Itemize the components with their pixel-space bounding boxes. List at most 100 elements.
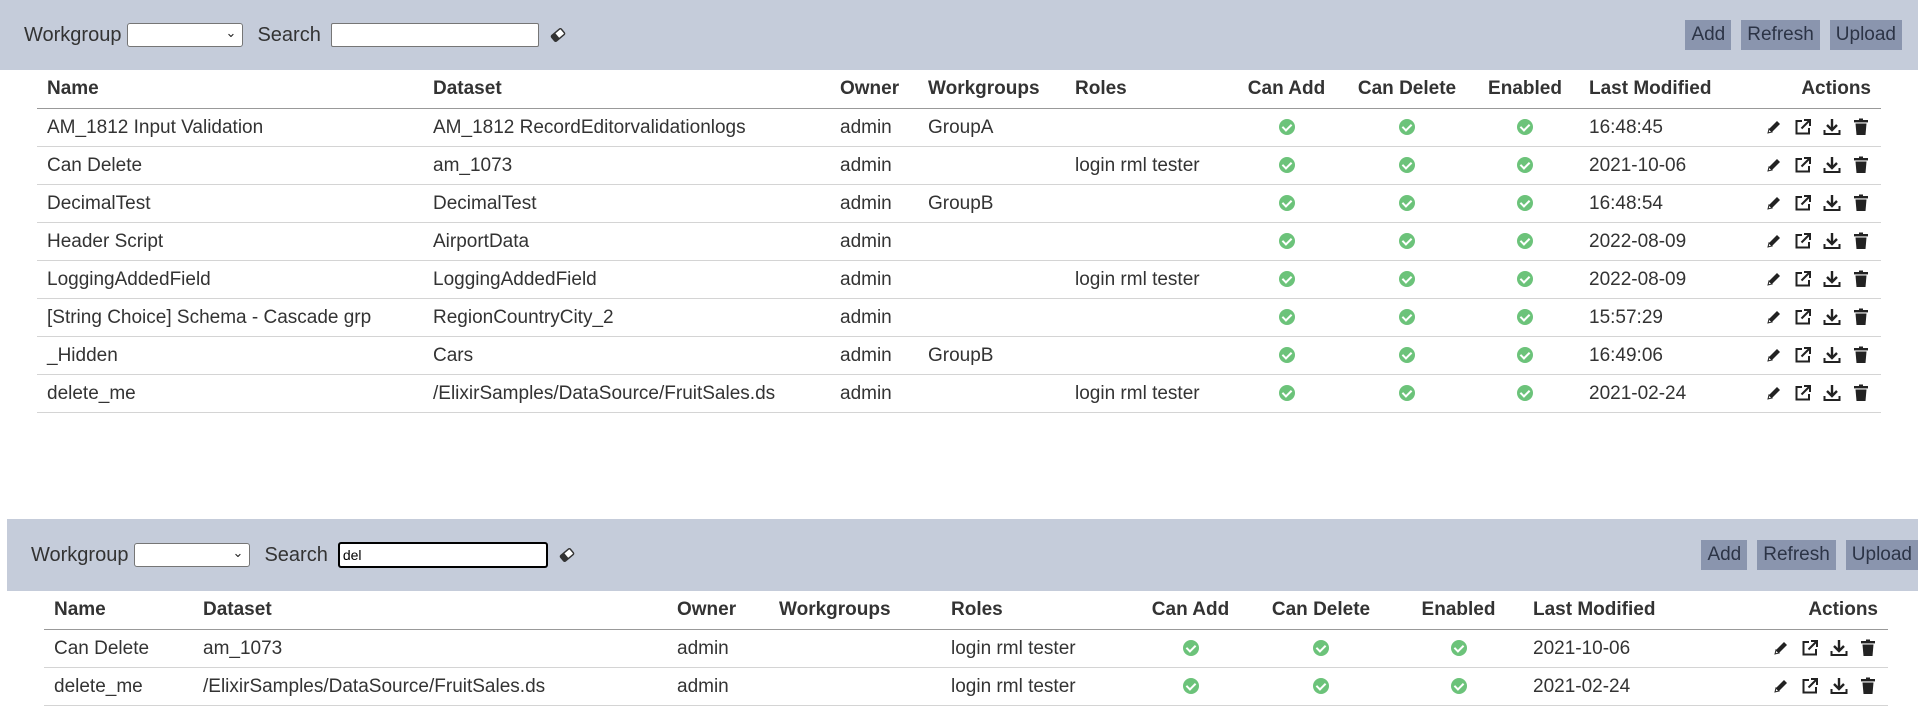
download-icon[interactable] [1822, 155, 1842, 175]
external-link-icon[interactable] [1793, 231, 1813, 251]
search-input[interactable]: del [337, 542, 548, 568]
trash-icon[interactable] [1851, 117, 1871, 137]
pencil-icon[interactable] [1771, 638, 1791, 658]
cell-can-add [1133, 629, 1248, 668]
cell-owner: admin [830, 184, 918, 223]
trash-icon[interactable] [1858, 676, 1878, 696]
column-header-roles: Roles [1065, 70, 1230, 109]
external-link-icon[interactable] [1793, 383, 1813, 403]
cell-can-add [1230, 184, 1343, 223]
download-icon[interactable] [1822, 383, 1842, 403]
trash-icon[interactable] [1851, 345, 1871, 365]
workgroup-select[interactable]: ⌄ [127, 23, 244, 47]
check-circle-icon [1278, 119, 1295, 136]
download-icon[interactable] [1829, 676, 1849, 696]
trash-icon[interactable] [1851, 231, 1871, 251]
trash-icon[interactable] [1851, 193, 1871, 213]
download-icon[interactable] [1822, 269, 1842, 289]
add-button[interactable]: Add [1701, 540, 1748, 570]
column-header-can-delete: Can Delete [1343, 70, 1471, 109]
cell-enabled [1394, 667, 1523, 706]
forms-table: Name Dataset Owner Workgroups Roles Can Add Ca… [37, 70, 1881, 413]
external-link-icon[interactable] [1793, 307, 1813, 327]
pencil-icon[interactable] [1771, 676, 1791, 696]
refresh-button[interactable]: Refresh [1757, 540, 1836, 570]
workgroup-label: Workgroup [31, 543, 129, 566]
cell-name: Header Script [37, 222, 423, 261]
cell-can-delete [1248, 629, 1394, 668]
trash-icon[interactable] [1851, 383, 1871, 403]
eraser-icon[interactable] [558, 546, 576, 564]
chevron-down-icon: ⌄ [225, 25, 237, 40]
external-link-icon[interactable] [1793, 117, 1813, 137]
check-circle-icon [1517, 233, 1533, 250]
cell-roles [1065, 222, 1230, 261]
download-icon[interactable] [1822, 231, 1842, 251]
check-circle-icon [1278, 157, 1295, 174]
pencil-icon[interactable] [1764, 307, 1784, 327]
cell-enabled [1394, 629, 1523, 668]
table-row[interactable]: LoggingAddedField LoggingAddedField admin l… [37, 260, 1881, 299]
eraser-icon[interactable] [549, 26, 567, 44]
trash-icon[interactable] [1851, 307, 1871, 327]
workgroup-select[interactable]: ⌄ [134, 543, 251, 567]
download-icon[interactable] [1822, 307, 1842, 327]
table-row[interactable]: [String Choice] Schema - Cascade grp Regi… [37, 298, 1881, 337]
cell-roles: login rml tester [941, 629, 1133, 668]
download-icon[interactable] [1822, 345, 1842, 365]
external-link-icon[interactable] [1800, 676, 1820, 696]
pencil-icon[interactable] [1764, 193, 1784, 213]
pencil-icon[interactable] [1764, 117, 1784, 137]
cell-enabled [1471, 298, 1579, 337]
cell-dataset: Cars [423, 336, 830, 375]
table-row[interactable]: Header Script AirportData admin 2022-08-09 [37, 222, 1881, 261]
search-input[interactable] [330, 23, 539, 47]
trash-icon[interactable] [1851, 155, 1871, 175]
check-circle-icon [1278, 347, 1295, 364]
table-row[interactable]: Can Delete am_1073 admin login rml tester 20… [44, 629, 1888, 668]
cell-last-modified: 16:48:45 [1579, 108, 1731, 147]
table-row[interactable]: delete_me/ElixirSamples/DataSource/Fruit… [37, 374, 1881, 413]
external-link-icon[interactable] [1793, 345, 1813, 365]
download-icon[interactable] [1822, 193, 1842, 213]
cell-can-add [1133, 667, 1248, 706]
external-link-icon[interactable] [1793, 193, 1813, 213]
pencil-icon[interactable] [1764, 155, 1784, 175]
upload-button[interactable]: Upload [1845, 540, 1918, 570]
external-link-icon[interactable] [1793, 155, 1813, 175]
external-link-icon[interactable] [1800, 638, 1820, 658]
upload-button[interactable]: Upload [1829, 20, 1902, 50]
check-circle-icon [1450, 640, 1467, 657]
cell-roles [1065, 108, 1230, 147]
download-icon[interactable] [1822, 117, 1842, 137]
cell-dataset: AirportData [423, 222, 830, 261]
cell-can-add [1230, 146, 1343, 185]
external-link-icon[interactable] [1793, 269, 1813, 289]
download-icon[interactable] [1829, 638, 1849, 658]
pencil-icon[interactable] [1764, 345, 1784, 365]
column-header-can-add: Can Add [1133, 591, 1248, 630]
cell-dataset: DecimalTest [423, 184, 830, 223]
trash-icon[interactable] [1858, 638, 1878, 658]
cell-last-modified: 16:48:54 [1579, 184, 1731, 223]
cell-can-delete [1343, 222, 1471, 261]
check-circle-icon [1278, 309, 1295, 326]
table-row[interactable]: Can Delete am_1073 admin login rml tester 20… [37, 146, 1881, 185]
check-circle-icon [1182, 678, 1199, 695]
pencil-icon[interactable] [1764, 269, 1784, 289]
refresh-button[interactable]: Refresh [1741, 20, 1820, 50]
cell-actions [1731, 298, 1881, 337]
table-row[interactable]: AM_1812 Input Validation AM_1812 RecordEd… [37, 108, 1881, 147]
column-header-name: Name [37, 70, 423, 109]
table-row[interactable]: _Hidden Cars admin GroupB 16:49:06 [37, 336, 1881, 375]
add-button[interactable]: Add [1685, 20, 1732, 50]
cell-can-add [1230, 374, 1343, 413]
table-row[interactable]: DecimalTest DecimalTest admin GroupB 16:48:5… [37, 184, 1881, 223]
trash-icon[interactable] [1851, 269, 1871, 289]
pencil-icon[interactable] [1764, 383, 1784, 403]
table-row[interactable]: delete_me/ElixirSamples/DataSource/Fruit… [44, 667, 1888, 706]
cell-can-delete [1343, 146, 1471, 185]
cell-can-add [1230, 298, 1343, 337]
pencil-icon[interactable] [1764, 231, 1784, 251]
forms-panel-filtered: Workgroup ⌄ Search del Add Refresh Uploa… [7, 519, 1918, 706]
